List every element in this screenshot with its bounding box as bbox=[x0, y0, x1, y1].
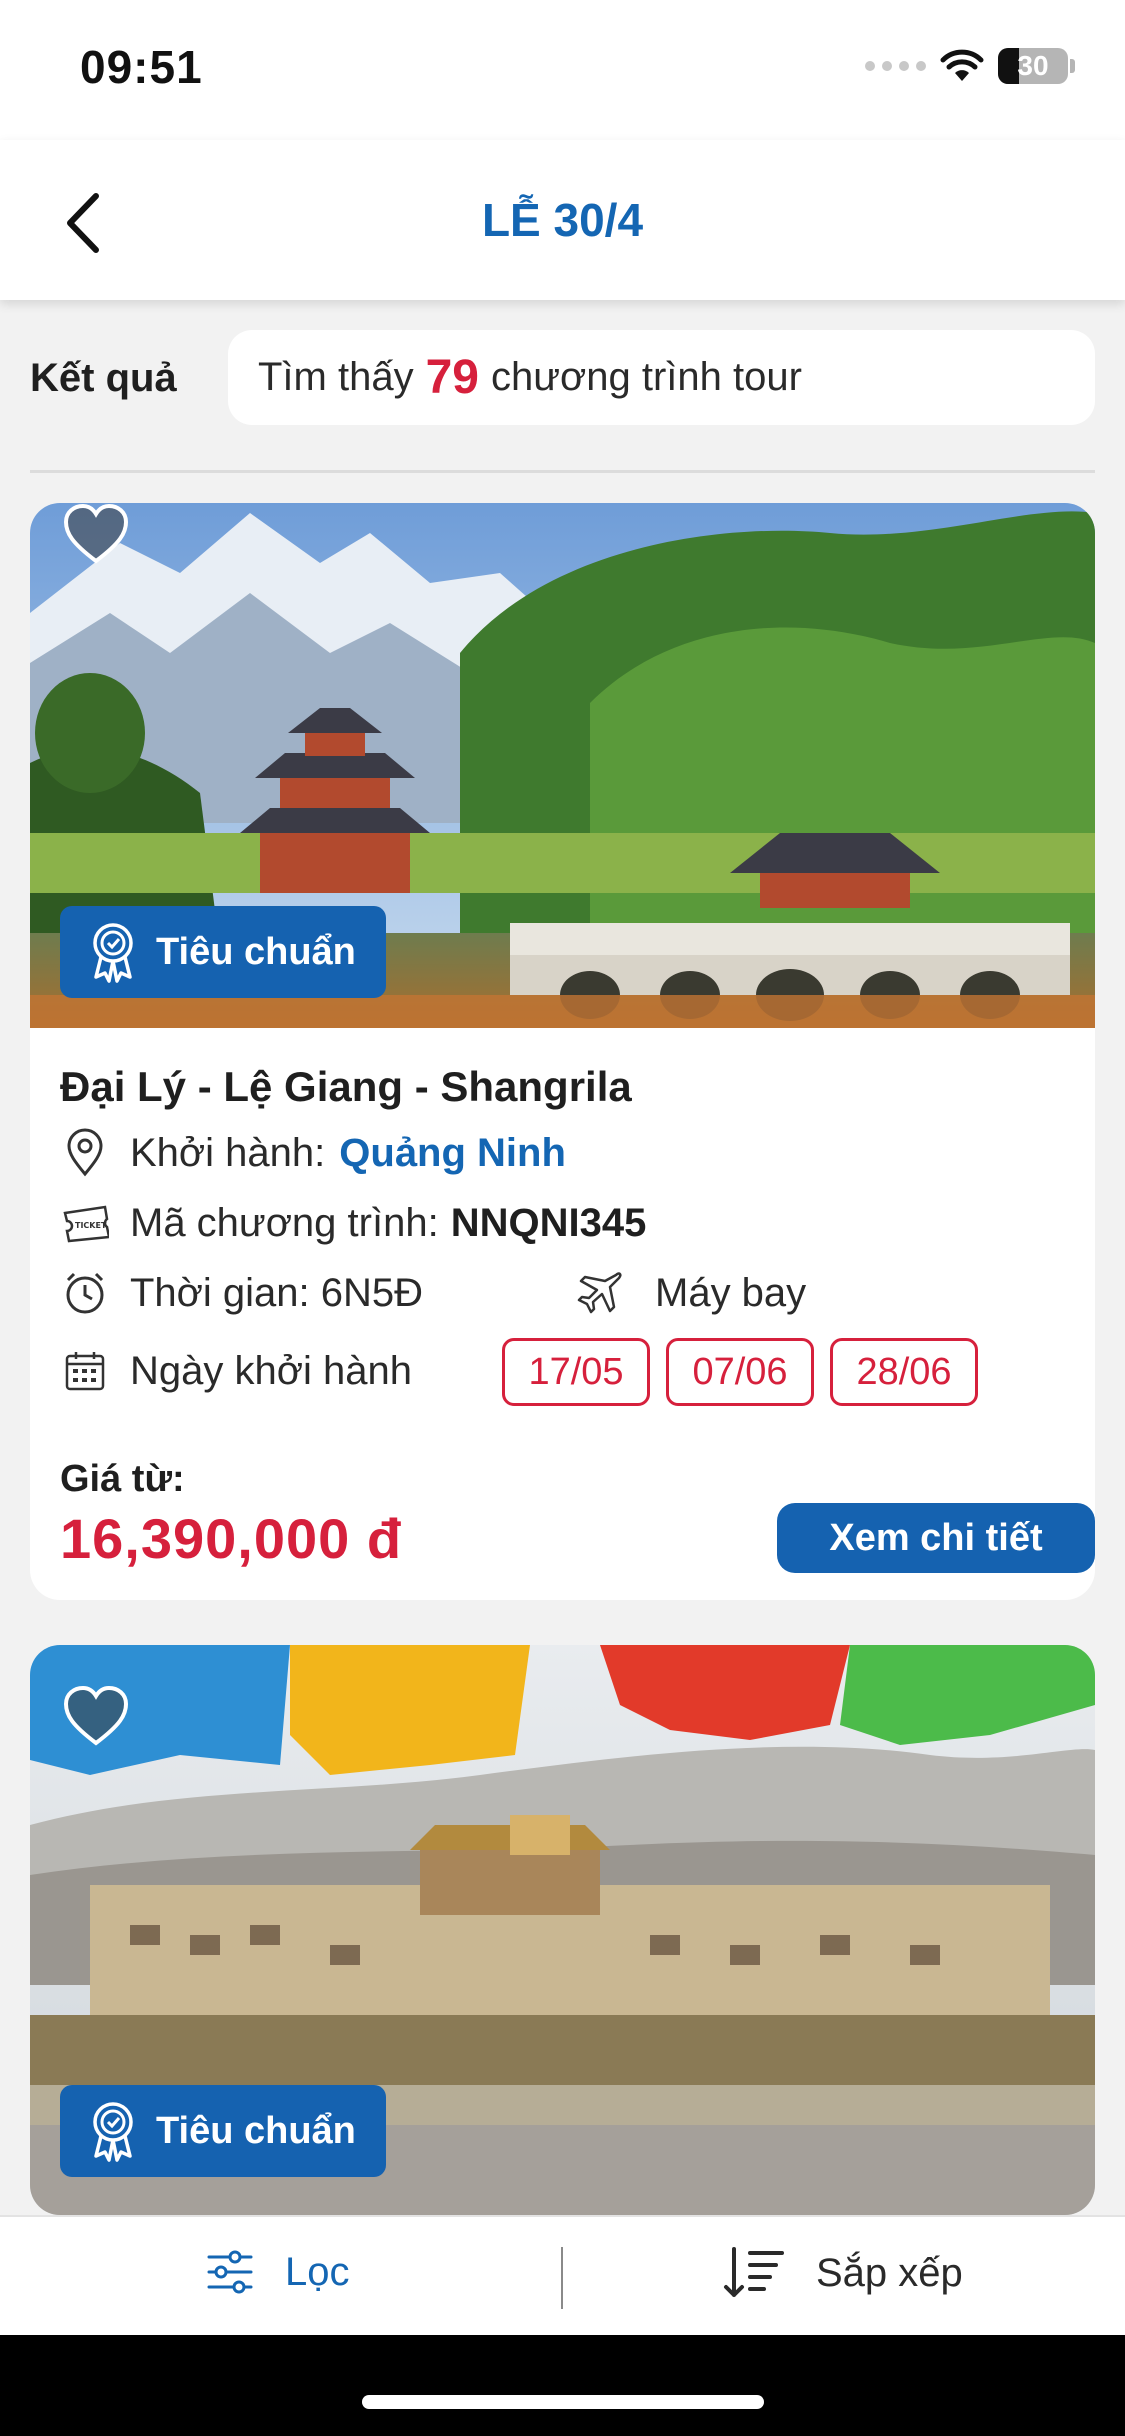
date-chip[interactable]: 17/05 bbox=[502, 1338, 650, 1406]
sort-button[interactable]: Sắp xếp bbox=[722, 2245, 963, 2301]
battery-level: 30 bbox=[1017, 50, 1049, 81]
sort-icon bbox=[724, 2247, 784, 2297]
results-label: Kết quả bbox=[30, 356, 177, 400]
departure-row: Khởi hành: Quảng Ninh bbox=[60, 1128, 566, 1178]
tour-name[interactable]: Đại Lý - Lệ Giang - Shangrila bbox=[60, 1063, 632, 1111]
app-header: LỄ 30/4 bbox=[0, 140, 1125, 300]
results-count: 79 bbox=[425, 351, 479, 404]
status-bar: 09:51 30 bbox=[0, 0, 1125, 140]
heart-icon bbox=[63, 1685, 129, 1746]
category-badge-label: Tiêu chuẩn bbox=[156, 2109, 356, 2152]
cellular-signal-icon bbox=[865, 61, 926, 71]
program-code-row: TICKET Mã chương trình: NNQNI345 bbox=[60, 1198, 646, 1248]
tour-card[interactable]: Tiêu chuẩn bbox=[30, 1645, 1095, 2215]
calendar-icon bbox=[65, 1352, 105, 1391]
home-indicator[interactable] bbox=[362, 2395, 764, 2409]
award-icon bbox=[93, 2102, 133, 2162]
tour-image[interactable]: Tiêu chuẩn bbox=[30, 1645, 1095, 2215]
bottom-action-bar: Lọc Sắp xếp bbox=[0, 2215, 1125, 2335]
home-indicator-area bbox=[0, 2335, 1125, 2436]
back-button[interactable] bbox=[58, 188, 110, 258]
airplane-icon bbox=[577, 1272, 622, 1314]
departure-dates: 17/05 07/06 28/06 bbox=[502, 1338, 978, 1406]
svg-text:TICKET: TICKET bbox=[75, 1221, 107, 1230]
filter-button[interactable]: Lọc bbox=[205, 2247, 350, 2297]
category-badge: Tiêu chuẩn bbox=[60, 906, 386, 998]
favorite-button[interactable] bbox=[62, 1685, 130, 1747]
date-chip[interactable]: 07/06 bbox=[666, 1338, 814, 1406]
status-indicators: 30 bbox=[865, 48, 1075, 84]
departure-dates-row: Ngày khởi hành bbox=[60, 1346, 412, 1396]
status-time: 09:51 bbox=[80, 41, 203, 93]
divider bbox=[30, 470, 1095, 473]
category-badge-label: Tiêu chuẩn bbox=[156, 930, 356, 973]
clock-icon bbox=[66, 1272, 104, 1314]
price-value: 16,390,000 đ bbox=[60, 1507, 403, 1570]
program-code-label: Mã chương trình: bbox=[130, 1200, 439, 1245]
heart-icon bbox=[63, 503, 129, 564]
filter-label: Lọc bbox=[285, 2249, 350, 2294]
wifi-icon bbox=[940, 49, 984, 81]
filter-icon bbox=[207, 2250, 253, 2294]
program-code-value: NNQNI345 bbox=[450, 1200, 647, 1245]
view-detail-button[interactable]: Xem chi tiết bbox=[777, 1503, 1095, 1573]
battery-cap bbox=[1070, 59, 1075, 73]
date-chip[interactable]: 28/06 bbox=[830, 1338, 978, 1406]
favorite-button[interactable] bbox=[62, 503, 130, 565]
departure-label: Khởi hành: bbox=[130, 1130, 326, 1175]
departure-dates-label: Ngày khởi hành bbox=[130, 1348, 412, 1393]
price-label: Giá từ: bbox=[60, 1458, 185, 1500]
location-icon bbox=[67, 1128, 103, 1177]
results-prefix: Tìm thấy bbox=[258, 355, 414, 399]
results-box: Tìm thấy 79 chương trình tour bbox=[228, 330, 1095, 425]
award-icon bbox=[93, 923, 133, 983]
back-icon bbox=[67, 193, 99, 253]
page-title: LỄ 30/4 bbox=[481, 194, 644, 246]
transport-label: Máy bay bbox=[655, 1270, 807, 1315]
ticket-icon: TICKET bbox=[63, 1205, 109, 1243]
sort-label: Sắp xếp bbox=[816, 2250, 963, 2295]
results-summary: Kết quả Tìm thấy 79 chương trình tour bbox=[0, 330, 1125, 425]
battery-icon: 30 bbox=[998, 48, 1068, 84]
results-suffix: chương trình tour bbox=[490, 355, 802, 399]
duration-label: Thời gian: 6N5Đ bbox=[130, 1270, 424, 1315]
transport-row: Máy bay bbox=[575, 1268, 806, 1318]
tour-image[interactable]: Tiêu chuẩn bbox=[30, 503, 1095, 1028]
tour-card[interactable]: Tiêu chuẩn Đại Lý - Lệ Giang - Shangrila… bbox=[30, 503, 1095, 1600]
departure-value: Quảng Ninh bbox=[339, 1130, 566, 1175]
duration-row: Thời gian: 6N5Đ bbox=[60, 1268, 423, 1318]
category-badge: Tiêu chuẩn bbox=[60, 2085, 386, 2177]
bottom-bar-separator bbox=[561, 2247, 563, 2309]
